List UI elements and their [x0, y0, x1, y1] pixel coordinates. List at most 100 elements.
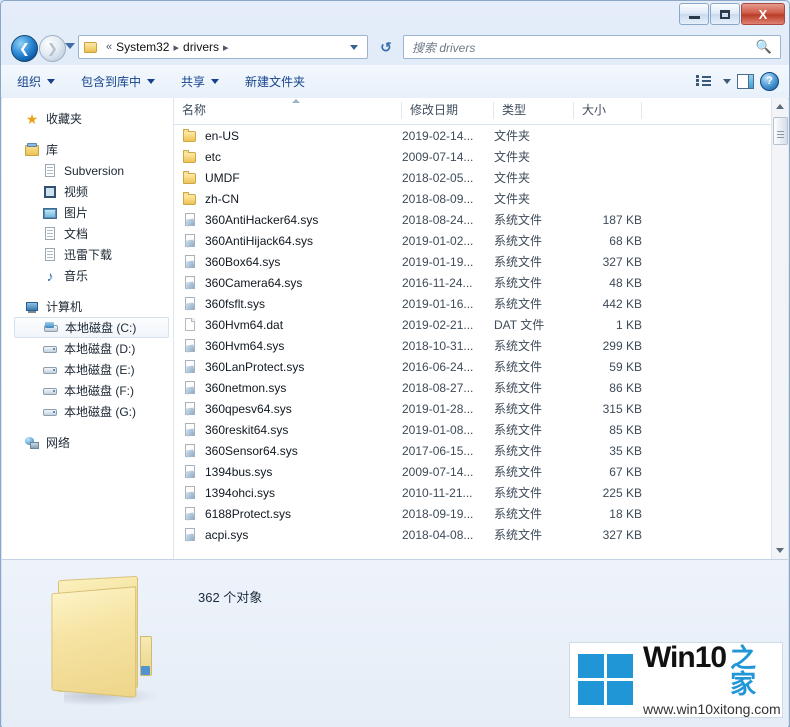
sidebar-item-libraries[interactable]: 库 [2, 139, 173, 160]
view-list-icon[interactable] [696, 74, 711, 89]
sidebar-item-favorites[interactable]: ★ 收藏夹 [2, 108, 173, 129]
table-row[interactable]: 6188Protect.sys 2018-09-19... 系统文件 18 KB [174, 503, 788, 524]
search-box[interactable]: 搜索 drivers 🔍 [403, 35, 781, 59]
breadcrumb-drivers[interactable]: drivers [183, 40, 219, 54]
scroll-up-button[interactable] [772, 98, 788, 115]
file-type-cell: 文件夹 [494, 129, 531, 143]
column-header-date[interactable]: 修改日期 [402, 98, 494, 123]
scrollbar-thumb[interactable] [773, 117, 788, 145]
file-name-label: 360Box64.sys [205, 254, 281, 269]
column-header-name[interactable]: 名称 [174, 98, 402, 123]
table-row[interactable]: 360fsflt.sys 2019-01-16... 系统文件 442 KB [174, 293, 788, 314]
sidebar-item-drive-e[interactable]: 本地磁盘 (E:) [2, 359, 173, 380]
file-name-label: 6188Protect.sys [205, 506, 292, 521]
sidebar-item-documents[interactable]: 文档 [2, 223, 173, 244]
sidebar-item-drive-d[interactable]: 本地磁盘 (D:) [2, 338, 173, 359]
file-name-label: 360Camera64.sys [205, 275, 303, 290]
file-size-cell: 315 KB [602, 401, 642, 416]
new-folder-button[interactable]: 新建文件夹 [235, 70, 315, 94]
include-in-library-label: 包含到库中 [81, 75, 142, 89]
back-button[interactable]: ❮ [11, 35, 38, 62]
help-icon[interactable]: ? [760, 72, 779, 91]
search-input[interactable]: 搜索 drivers [404, 39, 475, 56]
sidebar-item-subversion[interactable]: Subversion [2, 160, 173, 181]
folder-icon [182, 128, 198, 144]
table-row[interactable]: acpi.sys 2018-04-08... 系统文件 327 KB [174, 524, 788, 545]
picture-icon [42, 205, 58, 221]
star-icon: ★ [25, 110, 39, 127]
network-icon [24, 435, 40, 451]
sidebar-item-drive-g[interactable]: 本地磁盘 (G:) [2, 401, 173, 422]
file-size-cell: 59 KB [609, 359, 642, 374]
table-row[interactable]: 1394ohci.sys 2010-11-21... 系统文件 225 KB [174, 482, 788, 503]
breadcrumb-separator-end[interactable]: ▸ [219, 41, 233, 54]
maximize-button[interactable] [710, 3, 740, 25]
sidebar-item-pictures[interactable]: 图片 [2, 202, 173, 223]
breadcrumb-overflow[interactable]: « [102, 41, 116, 53]
table-row[interactable]: 360Sensor64.sys 2017-06-15... 系统文件 35 KB [174, 440, 788, 461]
preview-pane-icon[interactable] [737, 74, 754, 89]
table-row[interactable]: 360LanProtect.sys 2016-06-24... 系统文件 59 KB [174, 356, 788, 377]
file-name-cell: 360Camera64.sys [174, 275, 402, 291]
address-dropdown-icon[interactable] [350, 44, 358, 50]
close-button[interactable]: X [741, 3, 785, 25]
chevron-up-icon [776, 104, 784, 109]
file-type-cell: 系统文件 [494, 465, 543, 479]
document-icon [42, 247, 58, 263]
table-row[interactable]: 1394bus.sys 2009-07-14... 系统文件 67 KB [174, 461, 788, 482]
breadcrumb-separator[interactable]: ▸ [169, 41, 183, 54]
table-row[interactable]: 360Hvm64.dat 2019-02-21... DAT 文件 1 KB [174, 314, 788, 335]
table-row[interactable]: 360AntiHijack64.sys 2019-01-02... 系统文件 68 K… [174, 230, 788, 251]
table-row[interactable]: 360reskit64.sys 2019-01-08... 系统文件 85 KB [174, 419, 788, 440]
table-row[interactable]: 360Camera64.sys 2016-11-24... 系统文件 48 KB [174, 272, 788, 293]
table-row[interactable]: en-US 2019-02-14... 文件夹 [174, 125, 788, 146]
scroll-down-button[interactable] [772, 542, 788, 559]
file-name-cell: 360Box64.sys [174, 254, 402, 270]
navigation-pane: ★ 收藏夹 库 Subversion 视频 图片 文档 迅雷下载 ♪ 音乐 计算… [2, 98, 173, 559]
file-name-cell: 1394bus.sys [174, 464, 402, 480]
file-type-cell: 文件夹 [494, 171, 531, 185]
document-icon [42, 226, 58, 242]
table-row[interactable]: 360qpesv64.sys 2019-01-28... 系统文件 315 KB [174, 398, 788, 419]
dat-file-icon [182, 317, 198, 333]
recent-pages-dropdown-icon[interactable] [65, 43, 75, 49]
table-row[interactable]: 360Hvm64.sys 2018-10-31... 系统文件 299 KB [174, 335, 788, 356]
table-row[interactable]: UMDF 2018-02-05... 文件夹 [174, 167, 788, 188]
file-name-cell: UMDF [174, 170, 402, 186]
view-chevron-down-icon[interactable] [723, 79, 731, 84]
column-divider[interactable] [641, 102, 642, 119]
system-file-icon [182, 485, 198, 501]
sidebar-item-videos[interactable]: 视频 [2, 181, 173, 202]
file-name-label: 360Hvm64.dat [205, 317, 284, 332]
sidebar-item-drive-f[interactable]: 本地磁盘 (F:) [2, 380, 173, 401]
sidebar-item-network[interactable]: 网络 [2, 432, 173, 453]
vertical-scrollbar[interactable] [771, 98, 788, 559]
table-row[interactable]: etc 2009-07-14... 文件夹 [174, 146, 788, 167]
forward-button[interactable]: ❯ [39, 35, 66, 62]
file-size-cell: 68 KB [609, 233, 642, 248]
new-folder-label: 新建文件夹 [245, 75, 306, 89]
breadcrumb-system32[interactable]: System32 [116, 40, 169, 54]
refresh-button[interactable]: ↺ [376, 37, 396, 57]
system-file-icon [182, 506, 198, 522]
include-in-library-button[interactable]: 包含到库中 [71, 70, 165, 94]
file-name-cell: 6188Protect.sys [174, 506, 402, 522]
table-row[interactable]: 360Box64.sys 2019-01-19... 系统文件 327 KB [174, 251, 788, 272]
sidebar-item-drive-c[interactable]: 本地磁盘 (C:) [14, 317, 169, 338]
file-size-cell: 299 KB [602, 338, 642, 353]
sidebar-item-computer[interactable]: 计算机 [2, 296, 173, 317]
sidebar-item-thunder-downloads[interactable]: 迅雷下载 [2, 244, 173, 265]
column-header-size[interactable]: 大小 [574, 98, 642, 123]
table-row[interactable]: zh-CN 2018-08-09... 文件夹 [174, 188, 788, 209]
sidebar-item-music[interactable]: ♪ 音乐 [2, 265, 173, 286]
breadcrumb-address-bar[interactable]: « System32 ▸ drivers ▸ [78, 35, 368, 59]
minimize-button[interactable] [679, 3, 709, 25]
drive-icon [42, 404, 58, 420]
table-row[interactable]: 360AntiHacker64.sys 2018-08-24... 系统文件 187 … [174, 209, 788, 230]
table-row[interactable]: 360netmon.sys 2018-08-27... 系统文件 86 KB [174, 377, 788, 398]
share-button[interactable]: 共享 [171, 70, 229, 94]
column-header-type[interactable]: 类型 [494, 98, 574, 123]
file-type-cell: 系统文件 [494, 507, 543, 521]
watermark-url: www.win10xitong.com [643, 701, 781, 717]
organize-button[interactable]: 组织 [7, 70, 65, 94]
